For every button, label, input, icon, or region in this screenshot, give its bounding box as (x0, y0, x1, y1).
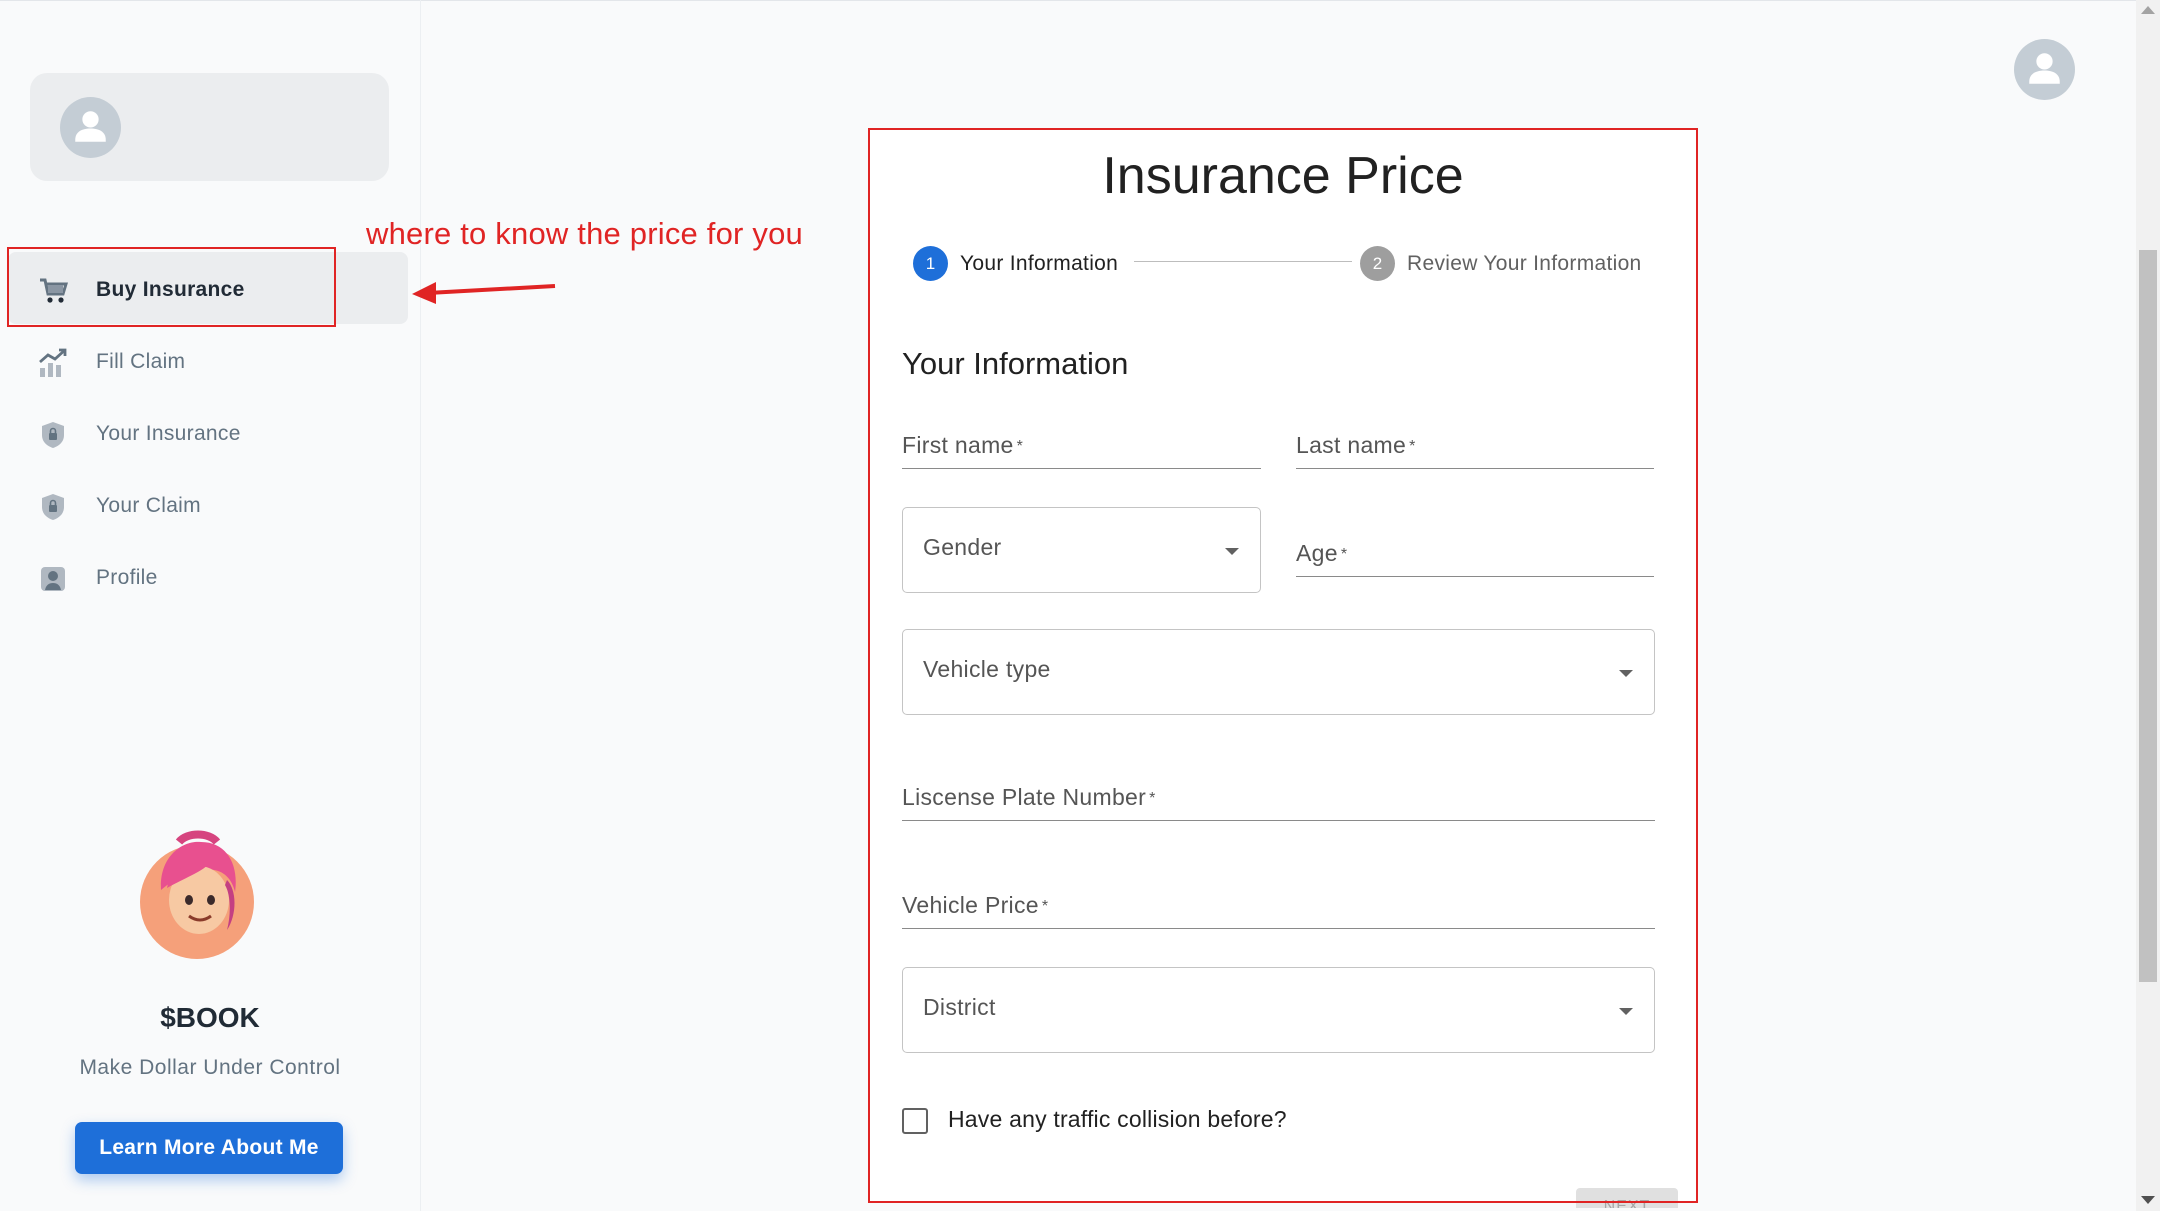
scroll-down-icon[interactable] (2141, 1196, 2155, 1204)
user-icon (2029, 53, 2060, 84)
promo-subtitle: Make Dollar Under Control (79, 1056, 341, 1079)
annotation-text: where to know the price for you (366, 216, 803, 251)
shield-lock-icon (38, 420, 68, 450)
scroll-up-icon[interactable] (2141, 6, 2155, 14)
character-illustration (139, 830, 255, 960)
promo-title: $BOOK (160, 1002, 260, 1033)
sidebar-item-label: Your Claim (96, 494, 201, 517)
annotation-arrow-icon (412, 282, 556, 304)
profile-icon (38, 564, 68, 594)
sidebar-item-label: Profile (96, 566, 158, 589)
sidebar-item-fill-claim[interactable]: Fill Claim (8, 324, 408, 396)
account-card[interactable] (30, 73, 389, 181)
sidebar-item-your-insurance[interactable]: Your Insurance (8, 396, 408, 468)
learn-more-button[interactable]: Learn More About Me (75, 1122, 343, 1174)
shield-lock-icon (38, 492, 68, 522)
avatar[interactable] (60, 97, 121, 158)
chart-icon (38, 348, 68, 378)
sidebar-item-profile[interactable]: Profile (8, 540, 408, 612)
sidebar-item-label: Your Insurance (96, 422, 241, 445)
scrollbar-thumb[interactable] (2139, 250, 2157, 982)
user-icon (75, 111, 106, 142)
account-avatar[interactable] (2014, 39, 2075, 100)
sidebar: Buy Insurance Fill Claim Your Insurance … (0, 0, 421, 1211)
sidebar-item-your-claim[interactable]: Your Claim (8, 468, 408, 540)
annotation-box-nav (7, 247, 336, 327)
annotation-box-form (868, 128, 1698, 1203)
sidebar-item-label: Fill Claim (96, 350, 186, 373)
